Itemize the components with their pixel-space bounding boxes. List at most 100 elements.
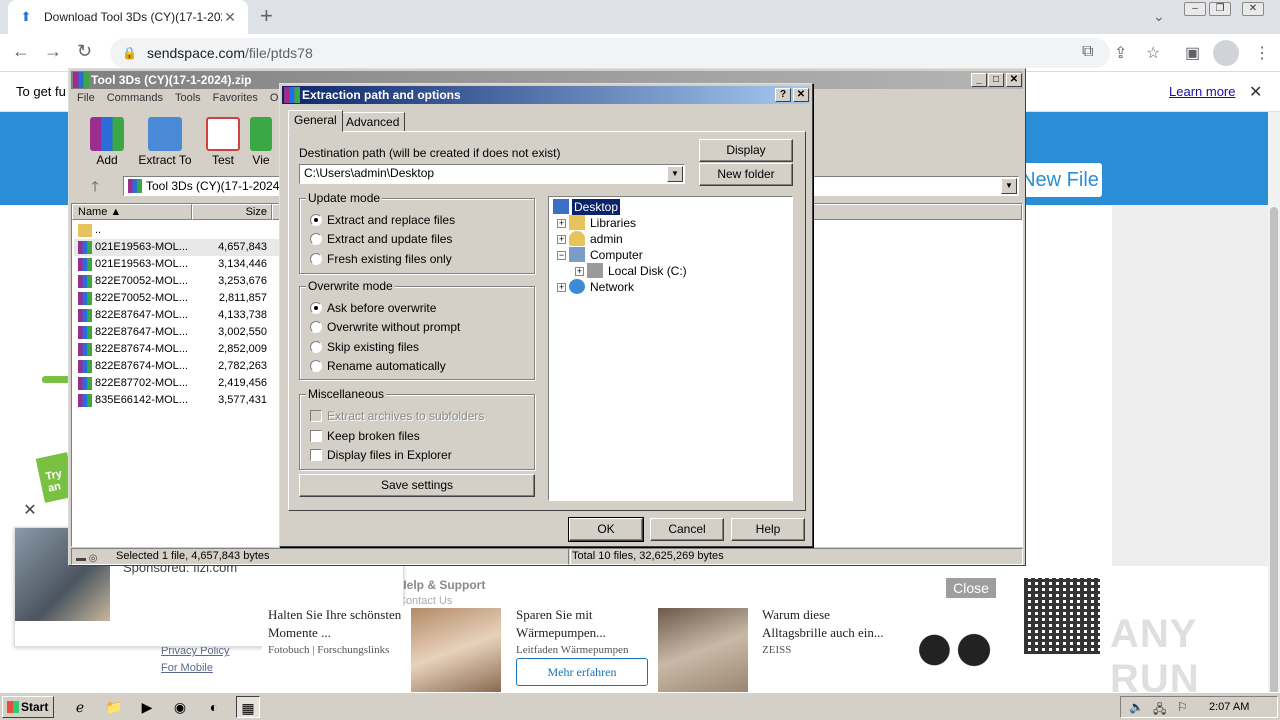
reload-icon[interactable]: ↻ bbox=[77, 41, 92, 62]
ad-item[interactable]: Halten Sie Ihre schönsten Momente ... Fo… bbox=[268, 606, 406, 656]
column-name-header[interactable]: Name ▲ bbox=[72, 204, 192, 220]
collapse-icon[interactable]: − bbox=[557, 251, 566, 260]
maximize-button[interactable]: □ bbox=[988, 73, 1004, 87]
check-keep-broken[interactable]: Keep broken files bbox=[310, 429, 420, 445]
expand-icon[interactable]: + bbox=[557, 235, 566, 244]
radio-overwrite-no-prompt[interactable]: Overwrite without prompt bbox=[310, 320, 460, 336]
close-sponsor-icon[interactable]: ✕ bbox=[18, 500, 42, 522]
file-row[interactable]: 021E19563-MOL... 4,657,843 bbox=[74, 239, 279, 256]
radio-extract-replace[interactable]: Extract and replace files bbox=[310, 213, 455, 229]
tab-general[interactable]: General bbox=[288, 110, 343, 132]
save-settings-button[interactable]: Save settings bbox=[299, 474, 535, 497]
help-question-button[interactable]: ? bbox=[775, 88, 791, 102]
menu-favorites[interactable]: Favorites bbox=[207, 89, 264, 109]
file-name: 822E87647-MOL... bbox=[95, 326, 188, 338]
file-row[interactable]: 822E87702-MOL... 2,419,456 bbox=[74, 375, 279, 392]
check-display-explorer[interactable]: Display files in Explorer bbox=[310, 448, 452, 464]
file-row[interactable]: 822E70052-MOL... 2,811,857 bbox=[74, 290, 279, 307]
new-folder-button[interactable]: New folder bbox=[699, 163, 793, 186]
network-icon[interactable]: 🖧 bbox=[1153, 700, 1166, 720]
radio-skip-existing[interactable]: Skip existing files bbox=[310, 340, 419, 356]
close-icon[interactable]: ✕ bbox=[1249, 82, 1262, 102]
radio-extract-update[interactable]: Extract and update files bbox=[310, 232, 452, 248]
file-row[interactable]: 822E87674-MOL... 2,852,009 bbox=[74, 341, 279, 358]
forward-icon[interactable]: → bbox=[44, 41, 62, 62]
profile-icon[interactable] bbox=[1213, 40, 1239, 66]
close-button[interactable]: ✕ bbox=[1006, 73, 1022, 87]
ad-item[interactable]: Sparen Sie mit Wärmepumpen... Leitfaden … bbox=[516, 606, 648, 656]
dialog-close-button[interactable]: ✕ bbox=[793, 88, 809, 102]
file-row[interactable]: 822E87647-MOL... 4,133,738 bbox=[74, 307, 279, 324]
file-row[interactable]: 021E19563-MOL... 3,134,446 bbox=[74, 256, 279, 273]
expand-icon[interactable]: + bbox=[557, 219, 566, 228]
explorer-icon[interactable]: 📁 bbox=[102, 696, 126, 718]
star-icon[interactable]: ☆ bbox=[1146, 43, 1160, 63]
chevron-down-icon[interactable]: ▼ bbox=[667, 166, 683, 182]
display-button[interactable]: Display bbox=[699, 139, 793, 162]
edge-icon[interactable]: ◐ bbox=[202, 696, 226, 718]
ad-item[interactable]: Warum diese Alltagsbrille auch ein... ZE… bbox=[762, 606, 896, 656]
close-ad-button[interactable]: Close bbox=[946, 578, 996, 598]
sidepanel-icon[interactable]: ▣ bbox=[1185, 43, 1200, 63]
restore-window-button[interactable]: ❐ bbox=[1209, 2, 1231, 16]
chevron-down-icon[interactable]: ▼ bbox=[1001, 178, 1017, 194]
tab-advanced[interactable]: Advanced bbox=[340, 112, 406, 132]
status-selected: ▬ ◎ Selected 1 file, 4,657,843 bytes bbox=[71, 548, 571, 565]
close-window-button[interactable]: ✕ bbox=[1242, 2, 1264, 16]
menu-file[interactable]: File bbox=[71, 89, 101, 109]
volume-icon[interactable]: 🔈 bbox=[1129, 700, 1144, 714]
column-size-header[interactable]: Size bbox=[192, 204, 272, 220]
file-row[interactable]: 822E87674-MOL... 2,782,263 bbox=[74, 358, 279, 375]
folder-tree[interactable]: Desktop + Libraries + admin − Computer +… bbox=[548, 196, 793, 501]
radio-ask-before[interactable]: Ask before overwrite bbox=[310, 301, 436, 317]
ad-image[interactable] bbox=[658, 608, 748, 692]
minimize-button[interactable]: _ bbox=[971, 73, 987, 87]
file-row[interactable]: 835E66142-MOL... 3,577,431 bbox=[74, 392, 279, 409]
learn-more-link[interactable]: Learn more bbox=[1169, 84, 1235, 99]
minimize-window-button[interactable]: – bbox=[1184, 2, 1206, 16]
destination-path-combo[interactable]: C:\Users\admin\Desktop ▼ bbox=[299, 164, 685, 184]
menu-icon[interactable]: ⋮ bbox=[1254, 43, 1270, 63]
status-selected-text: Selected 1 file, 4,657,843 bytes bbox=[116, 550, 270, 562]
chrome-icon[interactable]: ◉ bbox=[168, 696, 192, 718]
radio-rename-auto[interactable]: Rename automatically bbox=[310, 359, 446, 375]
file-row[interactable]: 822E70052-MOL... 3,253,676 bbox=[74, 273, 279, 290]
cancel-button[interactable]: Cancel bbox=[650, 518, 724, 541]
new-file-button[interactable]: New File bbox=[1018, 163, 1102, 197]
glasses-image[interactable] bbox=[908, 608, 996, 692]
tab-search-chevron-icon[interactable]: ⌄ bbox=[1153, 8, 1165, 25]
up-arrow-icon[interactable]: 🡑 bbox=[77, 175, 113, 197]
flag-icon[interactable]: ⚐ bbox=[1177, 700, 1188, 714]
media-player-icon[interactable]: ▶ bbox=[135, 696, 159, 718]
radio-fresh-existing[interactable]: Fresh existing files only bbox=[310, 252, 452, 268]
ok-button[interactable]: OK bbox=[568, 517, 644, 542]
menu-commands[interactable]: Commands bbox=[101, 89, 169, 109]
new-tab-button[interactable]: + bbox=[260, 5, 273, 27]
more-info-button[interactable]: Mehr erfahren bbox=[516, 658, 648, 686]
radio-dot bbox=[310, 302, 322, 314]
expand-icon[interactable]: + bbox=[575, 267, 584, 276]
file-row[interactable]: .. bbox=[74, 222, 279, 239]
page-scrollbar[interactable] bbox=[1268, 112, 1280, 720]
help-button[interactable]: Help bbox=[731, 518, 805, 541]
tab-close-icon[interactable]: ✕ bbox=[222, 9, 238, 26]
cast-icon[interactable]: ⧉ bbox=[1082, 43, 1093, 61]
menu-tools[interactable]: Tools bbox=[169, 89, 207, 109]
start-button[interactable]: Start bbox=[2, 696, 54, 718]
mobile-link[interactable]: For Mobile bbox=[161, 662, 213, 674]
tool-label: Add bbox=[96, 153, 118, 167]
address-bar[interactable]: 🔒 sendspace.com/file/ptds78 bbox=[110, 38, 1110, 68]
extract-to-button[interactable]: Extract To bbox=[135, 113, 195, 167]
ie-icon[interactable]: ℯ bbox=[68, 696, 92, 718]
browser-tab[interactable]: ⬆ Download Tool 3Ds (CY)(17-1-2024) ✕ bbox=[8, 0, 248, 34]
file-row[interactable]: 822E87647-MOL... 3,002,550 bbox=[74, 324, 279, 341]
share-icon[interactable]: ⇪ bbox=[1114, 43, 1127, 63]
expand-icon[interactable]: + bbox=[557, 283, 566, 292]
winrar-taskbar-icon[interactable]: ▦ bbox=[236, 696, 260, 718]
ad-image[interactable] bbox=[411, 608, 501, 692]
dialog-titlebar[interactable]: Extraction path and options ? ✕ bbox=[282, 86, 810, 104]
back-icon[interactable]: ← bbox=[12, 41, 30, 62]
lock-icon[interactable]: 🔒 bbox=[122, 46, 137, 60]
add-button[interactable]: Add bbox=[77, 113, 137, 167]
view-button[interactable]: Vie bbox=[241, 113, 281, 167]
